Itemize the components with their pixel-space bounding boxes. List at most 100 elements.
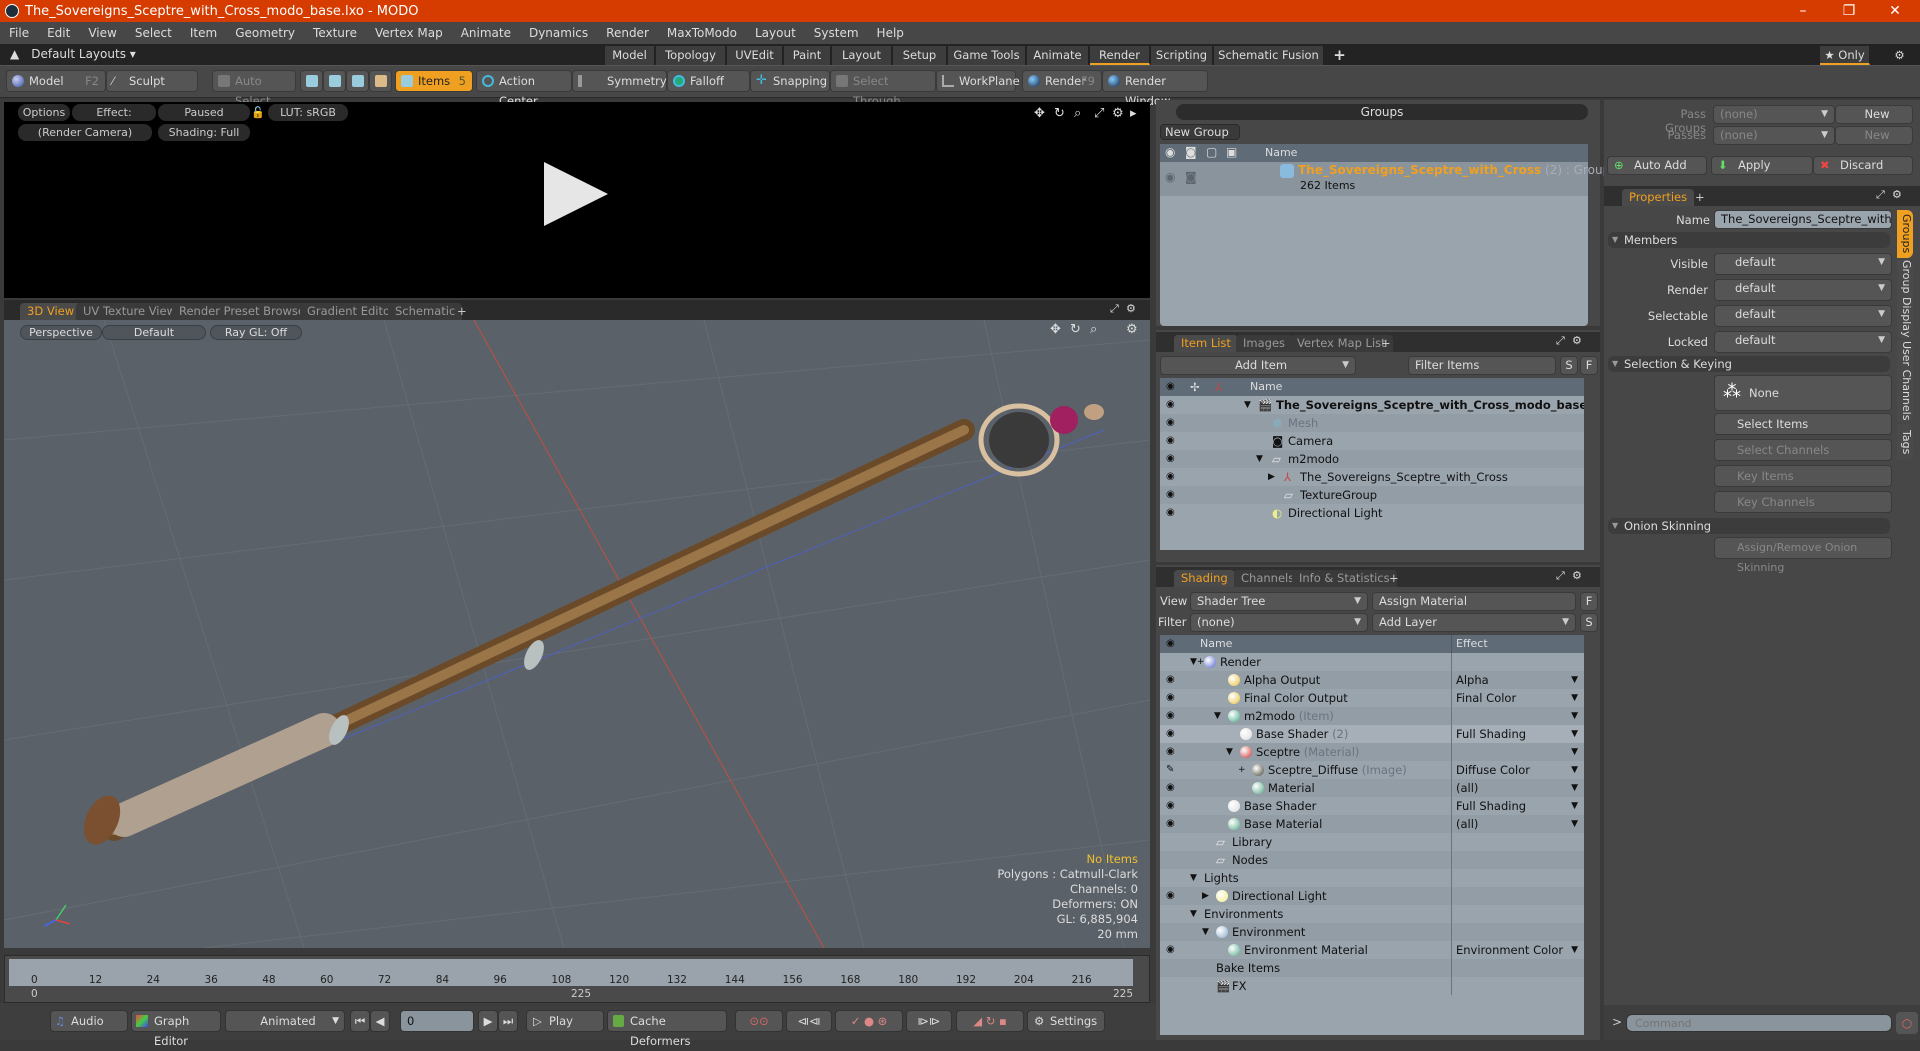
layout-tab-animate[interactable]: Animate	[1027, 46, 1089, 65]
eye-icon[interactable]: ◉	[1166, 689, 1175, 707]
key-tools-button[interactable]: ⊙⊙	[735, 1010, 783, 1032]
effect-cell[interactable]: ▼	[1451, 707, 1584, 725]
layout-tab-setup[interactable]: Setup	[893, 46, 947, 65]
shader-row[interactable]: ◉ Base Shader (2) Full Shading ▼	[1160, 725, 1584, 743]
effect-dropdown-icon[interactable]: ▼	[1571, 815, 1578, 833]
3d-viewport[interactable]: Perspective Default Ray GL: Off ✥ ↻ ⌕ ⚙ …	[4, 320, 1150, 948]
command-input[interactable]	[1626, 1014, 1892, 1032]
effect-dropdown-icon[interactable]: ▼	[1571, 797, 1578, 815]
settings-button[interactable]: ⚙ Settings	[1027, 1010, 1105, 1032]
vp-zoom-icon[interactable]: ⌕	[1090, 322, 1097, 337]
auto-select-button[interactable]: Auto Select	[212, 70, 296, 108]
menu-dynamics[interactable]: Dynamics	[520, 26, 597, 40]
timeline-scale[interactable]: 0 12 24 36 48 60 72 84 96 108 120 132 144 156 168 180 19…	[9, 959, 1133, 986]
tab-gradient-editor[interactable]: Gradient Editor	[300, 303, 402, 320]
side-tab-group-display[interactable]: Group Display	[1897, 260, 1913, 338]
render-preview[interactable]: Options Effect: (Shadi... Paused 🔓 LUT: …	[4, 102, 1150, 298]
shading-style-dropdown[interactable]: Default	[102, 325, 206, 340]
render-shading-dropdown[interactable]: Shading: Full	[158, 124, 250, 141]
menu-render[interactable]: Render	[597, 26, 658, 40]
expand-icon[interactable]: ▶	[1202, 887, 1209, 905]
layout-tab-scripting[interactable]: Scripting	[1151, 46, 1213, 65]
key-modify-button[interactable]: ◢ ↻ ▪	[956, 1010, 1024, 1032]
menu-maxtomodo[interactable]: MaxToModo	[658, 26, 746, 40]
render-effect-dropdown[interactable]: Effect: (Shadi...	[72, 104, 156, 136]
members-section[interactable]: ▼ Members	[1608, 232, 1890, 248]
menu-vertex-map[interactable]: Vertex Map	[366, 26, 452, 40]
viewport-maximize-icon[interactable]: ⤢	[1110, 302, 1119, 316]
add-layer-dropdown[interactable]: Add Layer ▼	[1372, 613, 1576, 632]
eye-icon[interactable]: ◉	[1166, 743, 1175, 761]
itemlist-gear-icon[interactable]: ⚙	[1572, 334, 1582, 347]
onion-skinning-section[interactable]: ▼ Onion Skinning	[1608, 518, 1890, 534]
layout-tab-render[interactable]: Render	[1090, 46, 1150, 65]
shader-row[interactable]: ▼ Environments	[1160, 905, 1584, 923]
shader-row[interactable]: ◉ Final Color Output Final Color ▼	[1160, 689, 1584, 707]
render-paused-button[interactable]: Paused	[158, 104, 250, 121]
menu-view[interactable]: View	[79, 26, 125, 40]
effect-dropdown-icon[interactable]: ▼	[1571, 779, 1578, 797]
restore-button[interactable]: ❐	[1826, 0, 1872, 22]
tab-3d-view[interactable]: 3D View	[20, 303, 82, 320]
shader-row[interactable]: ▱ Library	[1160, 833, 1584, 851]
close-button[interactable]: ✕	[1872, 0, 1918, 22]
polygons-mode-button[interactable]	[346, 70, 369, 92]
list-item[interactable]: ◉ ▱ TextureGroup	[1160, 486, 1584, 504]
keying-mode-button[interactable]: ⁂ None	[1714, 375, 1892, 411]
menu-edit[interactable]: Edit	[38, 26, 79, 40]
shader-row[interactable]: ◉ Alpha Output Alpha ▼	[1160, 671, 1584, 689]
tab-properties[interactable]: Properties	[1622, 189, 1695, 206]
maximize-icon[interactable]: ⤢	[1094, 106, 1104, 121]
effect-cell[interactable]: Environment Color ▼	[1451, 941, 1584, 959]
locked-dropdown[interactable]: default ▼	[1714, 331, 1892, 353]
shader-row[interactable]: ◉ Environment Material Environment Color ▼	[1160, 941, 1584, 959]
items-mode-button[interactable]: Items 5	[395, 70, 473, 92]
viewport-gear-icon[interactable]: ⚙	[1126, 302, 1136, 315]
shading-maximize-icon[interactable]: ⤢	[1556, 569, 1565, 583]
layout-tab-uvedit[interactable]: UVEdit	[727, 46, 783, 65]
shader-row[interactable]: ◉ Base Shader Full Shading ▼	[1160, 797, 1584, 815]
effect-dropdown-icon[interactable]: ▼	[1571, 707, 1578, 725]
eye-icon[interactable]: ◉	[1166, 396, 1175, 414]
go-to-start-button[interactable]: ⏮	[350, 1010, 370, 1032]
list-item[interactable]: ◉ ▼ ▱ m2modo	[1160, 450, 1584, 468]
vp-rotate-icon[interactable]: ↻	[1070, 322, 1081, 337]
layout-tab-game-tools[interactable]: Game Tools	[948, 46, 1026, 65]
apply-button[interactable]: ⬇ Apply	[1711, 156, 1813, 175]
itemlist-maximize-icon[interactable]: ⤢	[1556, 334, 1565, 348]
prev-key-button[interactable]: ⧏⧏	[786, 1010, 832, 1032]
materials-mode-button[interactable]	[369, 70, 392, 92]
shader-row[interactable]: ▼ Lights	[1160, 869, 1584, 887]
eye-icon[interactable]: ◉	[1166, 707, 1175, 725]
eye-icon[interactable]: ◉	[1166, 414, 1175, 432]
menu-item[interactable]: Item	[181, 26, 226, 40]
menu-layout[interactable]: Layout	[746, 26, 805, 40]
expand-icon[interactable]: ▼	[1226, 743, 1233, 761]
minimize-button[interactable]: –	[1780, 0, 1826, 22]
audio-button[interactable]: ♫ Audio	[50, 1010, 128, 1032]
add-shading-tab-button[interactable]: +	[1382, 570, 1406, 587]
tab-item-list[interactable]: Item List	[1174, 335, 1238, 352]
expand-icon[interactable]: ▼	[1244, 396, 1251, 414]
view-dropdown[interactable]: Shader Tree ▼	[1190, 592, 1368, 611]
expand-icon[interactable]: ▼	[1256, 450, 1263, 468]
shader-row[interactable]: Bake Items	[1160, 959, 1584, 977]
expand-icon[interactable]: ▼	[1190, 905, 1197, 923]
shader-row[interactable]: ✎ + Sceptre_Diffuse (Image) Diffuse Color ▼	[1160, 761, 1584, 779]
discard-button[interactable]: ✖ Discard	[1813, 156, 1913, 175]
effect-cell[interactable]: Diffuse Color ▼	[1451, 761, 1584, 779]
effect-cell[interactable]: Final Color ▼	[1451, 689, 1584, 707]
effect-cell[interactable]: (all) ▼	[1451, 815, 1584, 833]
layout-tab-topology[interactable]: Topology	[656, 46, 726, 65]
side-tab-user-channels[interactable]: User Channels	[1897, 340, 1913, 422]
filter-items-input[interactable]: Filter Items	[1408, 356, 1556, 375]
render-camera-dropdown[interactable]: (Render Camera)	[18, 124, 152, 141]
eye-icon[interactable]: ◉	[1166, 671, 1175, 689]
next-key-button[interactable]: ⧐⧐	[906, 1010, 952, 1032]
render-button[interactable]: Render F9	[1022, 70, 1102, 92]
eye-icon[interactable]: ◉	[1166, 797, 1175, 815]
effect-dropdown-icon[interactable]: ▼	[1571, 761, 1578, 779]
shading-gear-icon[interactable]: ⚙	[1572, 569, 1582, 582]
step-forward-button[interactable]: ▶	[478, 1010, 498, 1032]
layout-tab-paint[interactable]: Paint	[784, 46, 831, 65]
